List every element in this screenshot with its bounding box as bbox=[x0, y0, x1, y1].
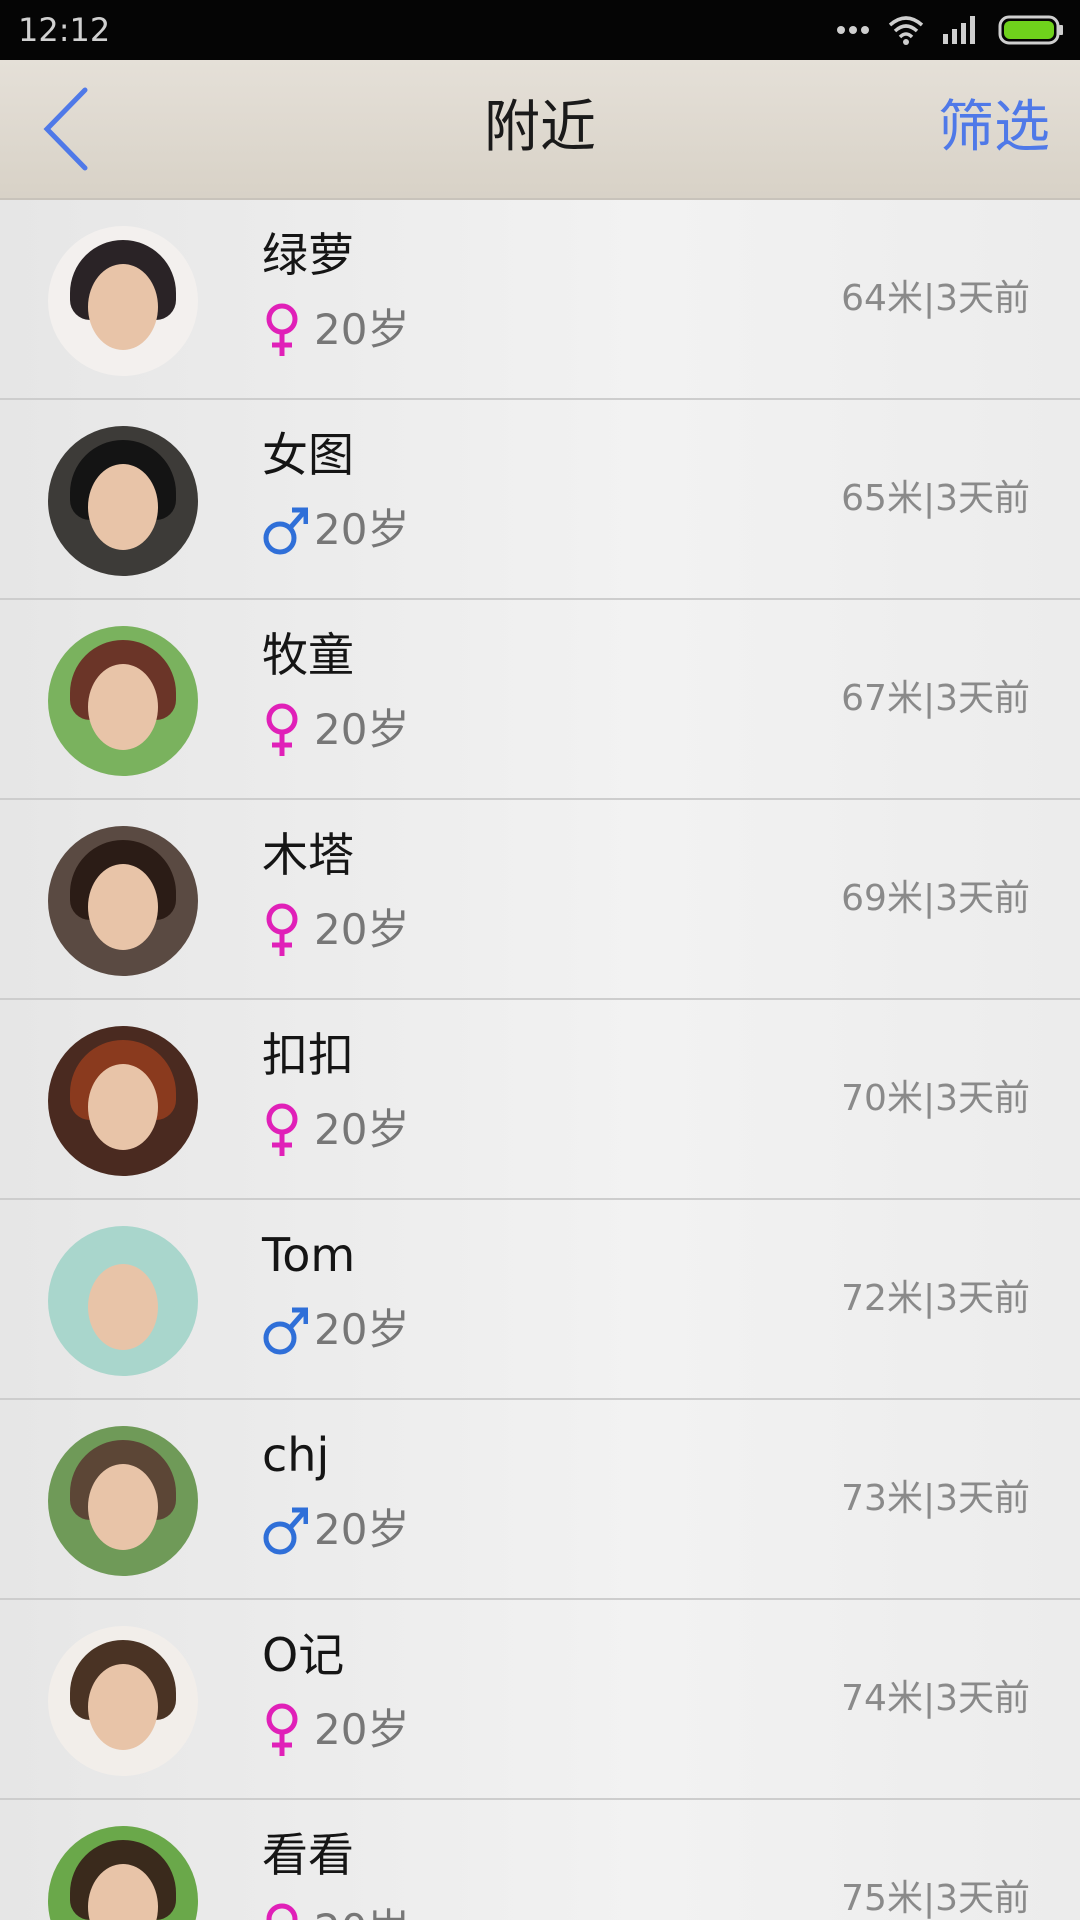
list-item[interactable]: 扣扣 20岁 70米|3天前 bbox=[0, 1000, 1080, 1200]
male-icon bbox=[263, 1507, 308, 1555]
gender-age: 20岁 bbox=[262, 1500, 409, 1560]
avatar-face bbox=[88, 1464, 158, 1550]
user-name: Tom bbox=[262, 1228, 356, 1282]
back-button[interactable] bbox=[22, 84, 112, 174]
female-icon bbox=[266, 1903, 298, 1920]
male-icon bbox=[263, 507, 308, 555]
female-icon bbox=[266, 903, 298, 956]
user-age: 20岁 bbox=[314, 1505, 410, 1554]
user-name: 绿萝 bbox=[262, 228, 354, 282]
gender-age: 20岁 bbox=[262, 900, 409, 960]
avatar bbox=[48, 1426, 198, 1576]
user-age: 20岁 bbox=[314, 905, 410, 954]
user-age: 20岁 bbox=[314, 1902, 409, 1920]
user-name: 扣扣 bbox=[262, 1028, 354, 1082]
avatar bbox=[48, 826, 198, 976]
wifi-icon bbox=[888, 16, 924, 45]
avatar-face bbox=[88, 464, 158, 550]
gender-age: 20岁 bbox=[262, 1100, 409, 1160]
chevron-left-icon bbox=[43, 87, 88, 171]
gender-age: 20岁 bbox=[262, 1700, 409, 1760]
distance-time: 69米|3天前 bbox=[841, 878, 1030, 919]
avatar-face bbox=[88, 1664, 158, 1750]
distance-time: 73米|3天前 bbox=[841, 1478, 1030, 1519]
female-icon bbox=[266, 703, 298, 756]
user-name: chj bbox=[262, 1428, 330, 1482]
list-item[interactable]: 看看 20岁 75米|3天前 bbox=[0, 1800, 1080, 1920]
distance-time: 64米|3天前 bbox=[841, 278, 1030, 319]
distance-time: 75米|3天前 bbox=[841, 1878, 1030, 1919]
avatar-face bbox=[88, 664, 158, 750]
user-age: 20岁 bbox=[314, 1305, 410, 1354]
list-item[interactable]: 牧童 20岁 67米|3天前 bbox=[0, 600, 1080, 800]
avatar bbox=[48, 226, 198, 376]
female-icon bbox=[266, 1703, 298, 1756]
nearby-user-list[interactable]: 绿萝 20岁 64米|3天前女图 20岁 65米|3天前牧童 20岁 67米|3天前木塔 20… bbox=[0, 200, 1080, 1920]
user-name: 看看 bbox=[262, 1828, 354, 1882]
signal-icon bbox=[943, 16, 975, 44]
distance-time: 65米|3天前 bbox=[841, 478, 1030, 519]
avatar bbox=[48, 1226, 198, 1376]
gender-age: 20岁 bbox=[262, 500, 409, 560]
user-name: 木塔 bbox=[262, 828, 354, 882]
list-item[interactable]: 女图 20岁 65米|3天前 bbox=[0, 400, 1080, 600]
user-age: 20岁 bbox=[314, 705, 410, 754]
user-age: 20岁 bbox=[314, 505, 410, 554]
female-icon bbox=[266, 303, 298, 356]
page-title: 附近 bbox=[484, 95, 596, 160]
avatar bbox=[48, 1626, 198, 1776]
user-name: 女图 bbox=[262, 428, 354, 482]
avatar-face bbox=[88, 264, 158, 350]
female-icon bbox=[266, 1103, 298, 1156]
list-item[interactable]: 绿萝 20岁 64米|3天前 bbox=[0, 200, 1080, 400]
user-age: 20岁 bbox=[314, 305, 410, 354]
title-bar: 附近 筛选 bbox=[0, 60, 1080, 200]
gender-age: 20岁 bbox=[262, 1900, 409, 1920]
avatar bbox=[48, 426, 198, 576]
distance-time: 72米|3天前 bbox=[841, 1278, 1030, 1319]
avatar-face bbox=[88, 1264, 158, 1350]
distance-time: 74米|3天前 bbox=[841, 1678, 1030, 1719]
status-time: 12:12 bbox=[18, 11, 111, 49]
list-item[interactable]: 木塔 20岁 69米|3天前 bbox=[0, 800, 1080, 1000]
battery-icon bbox=[998, 15, 1063, 45]
gender-age: 20岁 bbox=[262, 700, 409, 760]
list-item[interactable]: Tom 20岁 72米|3天前 bbox=[0, 1200, 1080, 1400]
gender-age: 20岁 bbox=[262, 1300, 409, 1360]
distance-time: 67米|3天前 bbox=[841, 678, 1030, 719]
list-item[interactable]: chj 20岁 73米|3天前 bbox=[0, 1400, 1080, 1600]
user-name: O记 bbox=[262, 1628, 345, 1682]
user-age: 20岁 bbox=[314, 1705, 410, 1754]
avatar bbox=[48, 626, 198, 776]
user-name: 牧童 bbox=[262, 628, 354, 682]
distance-time: 70米|3天前 bbox=[841, 1078, 1030, 1119]
list-item[interactable]: O记 20岁 74米|3天前 bbox=[0, 1600, 1080, 1800]
avatar bbox=[48, 1826, 198, 1920]
avatar bbox=[48, 1026, 198, 1176]
gender-age: 20岁 bbox=[262, 300, 409, 360]
male-icon bbox=[263, 1307, 308, 1355]
user-age: 20岁 bbox=[314, 1105, 410, 1154]
avatar-face bbox=[88, 1064, 158, 1150]
avatar-face bbox=[88, 864, 158, 950]
status-bar: 12:12 bbox=[0, 0, 1080, 60]
more-dots-icon bbox=[837, 26, 869, 34]
filter-button[interactable]: 筛选 bbox=[938, 90, 1050, 166]
status-icons bbox=[836, 12, 1064, 48]
